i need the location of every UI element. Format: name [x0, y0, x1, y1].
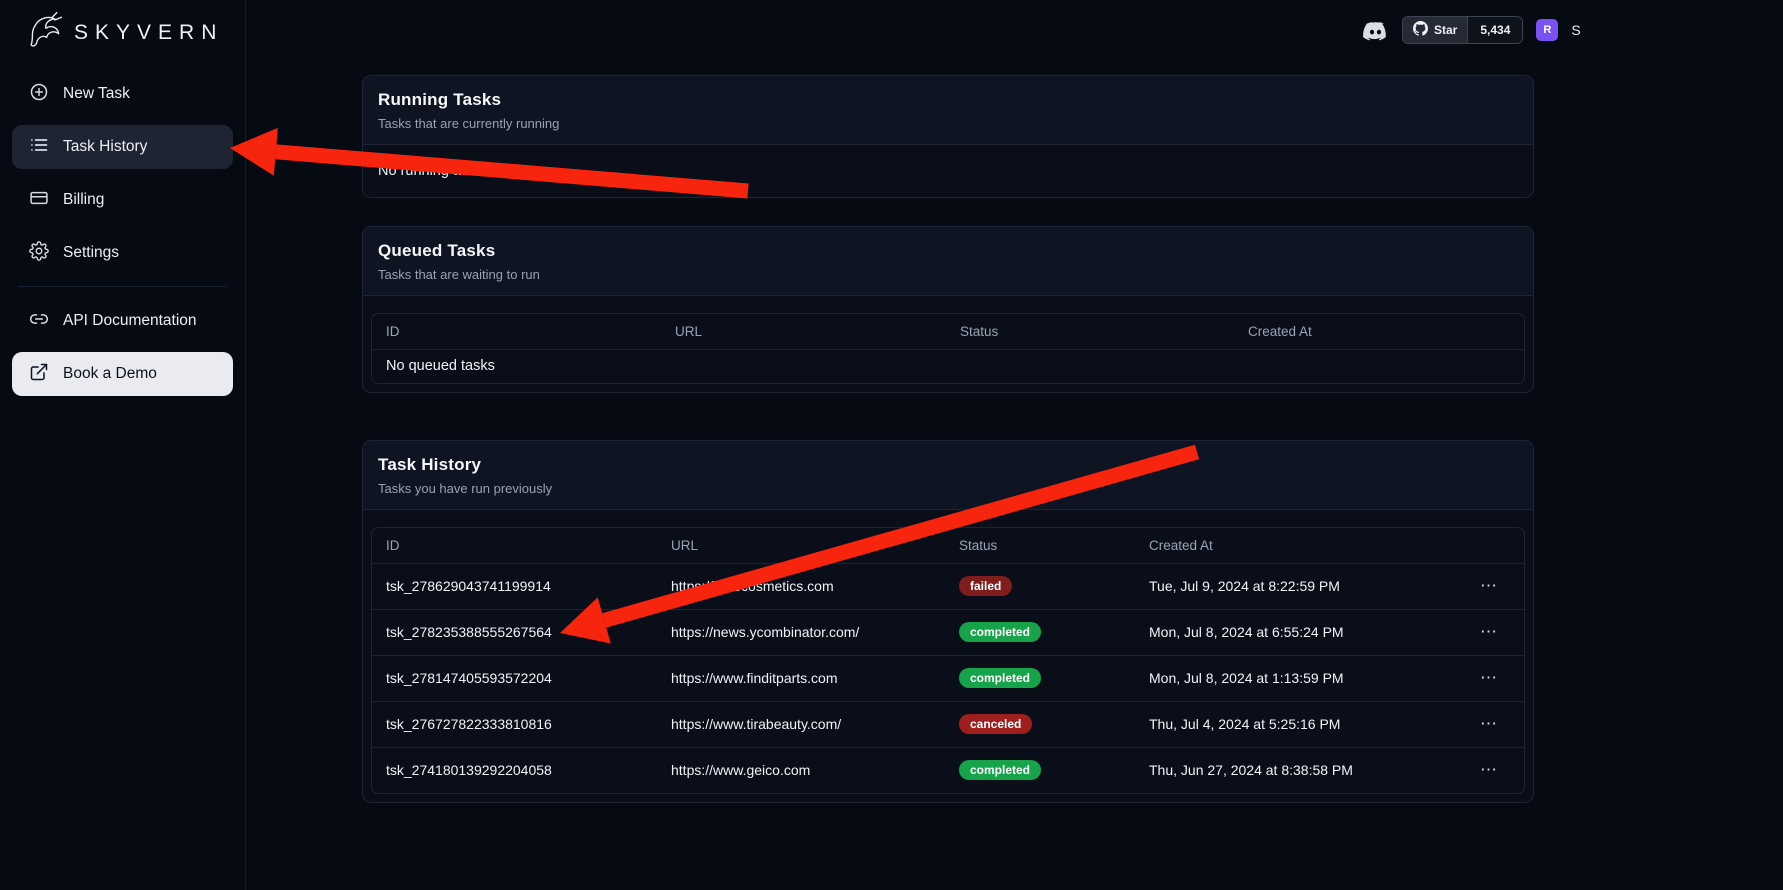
task-created-at: Thu, Jun 27, 2024 at 8:38:58 PM: [1135, 747, 1458, 793]
sidebar-item-new-task[interactable]: New Task: [12, 72, 233, 116]
sidebar-item-billing[interactable]: Billing: [12, 178, 233, 222]
task-created-at: Thu, Jul 4, 2024 at 5:25:16 PM: [1135, 701, 1458, 747]
task-id: tsk_274180139292204058: [372, 747, 657, 793]
row-menu-icon[interactable]: ⋯: [1472, 666, 1506, 690]
user-avatar[interactable]: R: [1536, 19, 1558, 41]
list-icon: [29, 135, 49, 160]
table-row[interactable]: tsk_278147405593572204 https://www.findi…: [372, 655, 1524, 701]
task-history-header: Task History Tasks you have run previous…: [363, 441, 1533, 510]
gear-icon: [29, 241, 49, 266]
task-created-at: Mon, Jul 8, 2024 at 6:55:24 PM: [1135, 609, 1458, 655]
row-menu-icon[interactable]: ⋯: [1472, 758, 1506, 782]
column-header-url: URL: [661, 314, 946, 350]
sidebar-item-book-a-demo[interactable]: Book a Demo: [12, 352, 233, 396]
github-star-count: 5,434: [1467, 17, 1522, 43]
table-row[interactable]: tsk_278629043741199914 https://kyliecosm…: [372, 563, 1524, 609]
plus-circle-icon: [29, 82, 49, 107]
table-row[interactable]: tsk_278235388555267564 https://news.ycom…: [372, 609, 1524, 655]
task-url: https://www.tirabeauty.com/: [657, 701, 945, 747]
column-header-actions: [1458, 528, 1524, 564]
task-created-at: Tue, Jul 9, 2024 at 8:22:59 PM: [1135, 563, 1458, 609]
skyvern-logo[interactable]: SKYVERN: [0, 0, 245, 56]
column-header-created: Created At: [1135, 528, 1458, 564]
column-header-status: Status: [945, 528, 1135, 564]
sidebar-item-label: Settings: [63, 244, 119, 262]
sidebar-item-settings[interactable]: Settings: [12, 231, 233, 275]
row-menu-icon[interactable]: ⋯: [1472, 712, 1506, 736]
task-url: https://news.ycombinator.com/: [657, 609, 945, 655]
sidebar-divider: [18, 286, 227, 287]
card-subtitle: Tasks that are waiting to run: [378, 267, 1518, 282]
running-tasks-card: Running Tasks Tasks that are currently r…: [362, 75, 1534, 198]
card-subtitle: Tasks you have run previously: [378, 481, 1518, 496]
main-content: Running Tasks Tasks that are currently r…: [362, 0, 1534, 803]
card-title: Running Tasks: [378, 90, 1518, 110]
sidebar-item-label: Task History: [63, 138, 147, 156]
task-history-table: ID URL Status Created At tsk_27862904374…: [371, 527, 1525, 795]
card-subtitle: Tasks that are currently running: [378, 116, 1518, 131]
credit-card-icon: [29, 188, 49, 213]
table-row[interactable]: tsk_276727822333810816 https://www.tirab…: [372, 701, 1524, 747]
skyvern-dragon-icon: [22, 9, 66, 58]
task-url: https://kyliecosmetics.com: [657, 563, 945, 609]
task-url: https://www.geico.com: [657, 747, 945, 793]
sidebar-item-label: API Documentation: [63, 312, 197, 330]
column-header-id: ID: [372, 528, 657, 564]
queued-tasks-table: ID URL Status Created At No queued tasks: [371, 313, 1525, 384]
row-menu-icon[interactable]: ⋯: [1472, 574, 1506, 598]
column-header-url: URL: [657, 528, 945, 564]
table-row[interactable]: tsk_274180139292204058 https://www.geico…: [372, 747, 1524, 793]
task-id: tsk_278235388555267564: [372, 609, 657, 655]
status-badge: completed: [959, 668, 1041, 688]
sidebar-item-label: New Task: [63, 85, 130, 103]
card-title: Task History: [378, 455, 1518, 475]
card-title: Queued Tasks: [378, 241, 1518, 261]
queued-tasks-header: Queued Tasks Tasks that are waiting to r…: [363, 227, 1533, 296]
task-id: tsk_276727822333810816: [372, 701, 657, 747]
status-badge: failed: [959, 576, 1012, 596]
task-url: https://www.finditparts.com: [657, 655, 945, 701]
app-root: SKYVERN New Task Task History Billing: [0, 0, 1783, 890]
status-badge: completed: [959, 760, 1041, 780]
column-header-status: Status: [946, 314, 1234, 350]
clipped-username-text: S: [1571, 22, 1580, 38]
github-star-label: Star: [1434, 23, 1457, 37]
sidebar: SKYVERN New Task Task History Billing: [0, 0, 246, 890]
task-created-at: Mon, Jul 8, 2024 at 1:13:59 PM: [1135, 655, 1458, 701]
empty-row: No queued tasks: [372, 350, 1524, 383]
app-title: SKYVERN: [74, 21, 223, 45]
sidebar-item-label: Billing: [63, 191, 104, 209]
link-icon: [29, 309, 49, 334]
external-link-icon: [29, 362, 49, 387]
task-history-card: Task History Tasks you have run previous…: [362, 440, 1534, 804]
sidebar-item-label: Book a Demo: [63, 365, 157, 383]
column-header-id: ID: [372, 314, 661, 350]
sidebar-item-task-history[interactable]: Task History: [12, 125, 233, 169]
sidebar-nav: New Task Task History Billing Settings: [0, 72, 245, 396]
queued-tasks-card: Queued Tasks Tasks that are waiting to r…: [362, 226, 1534, 393]
topbar: Star 5,434 R S: [1362, 16, 1581, 44]
running-tasks-header: Running Tasks Tasks that are currently r…: [363, 76, 1533, 145]
row-menu-icon[interactable]: ⋯: [1472, 620, 1506, 644]
status-badge: canceled: [959, 714, 1032, 734]
queued-tasks-empty-text: No queued tasks: [372, 350, 1524, 383]
github-icon: [1413, 21, 1428, 39]
discord-icon[interactable]: [1362, 20, 1389, 41]
github-star-button[interactable]: Star 5,434: [1402, 16, 1523, 44]
running-tasks-empty-text: No running tasks: [363, 145, 1533, 197]
status-badge: completed: [959, 622, 1041, 642]
sidebar-item-api-documentation[interactable]: API Documentation: [12, 299, 233, 343]
column-header-created: Created At: [1234, 314, 1524, 350]
task-id: tsk_278147405593572204: [372, 655, 657, 701]
task-id: tsk_278629043741199914: [372, 563, 657, 609]
